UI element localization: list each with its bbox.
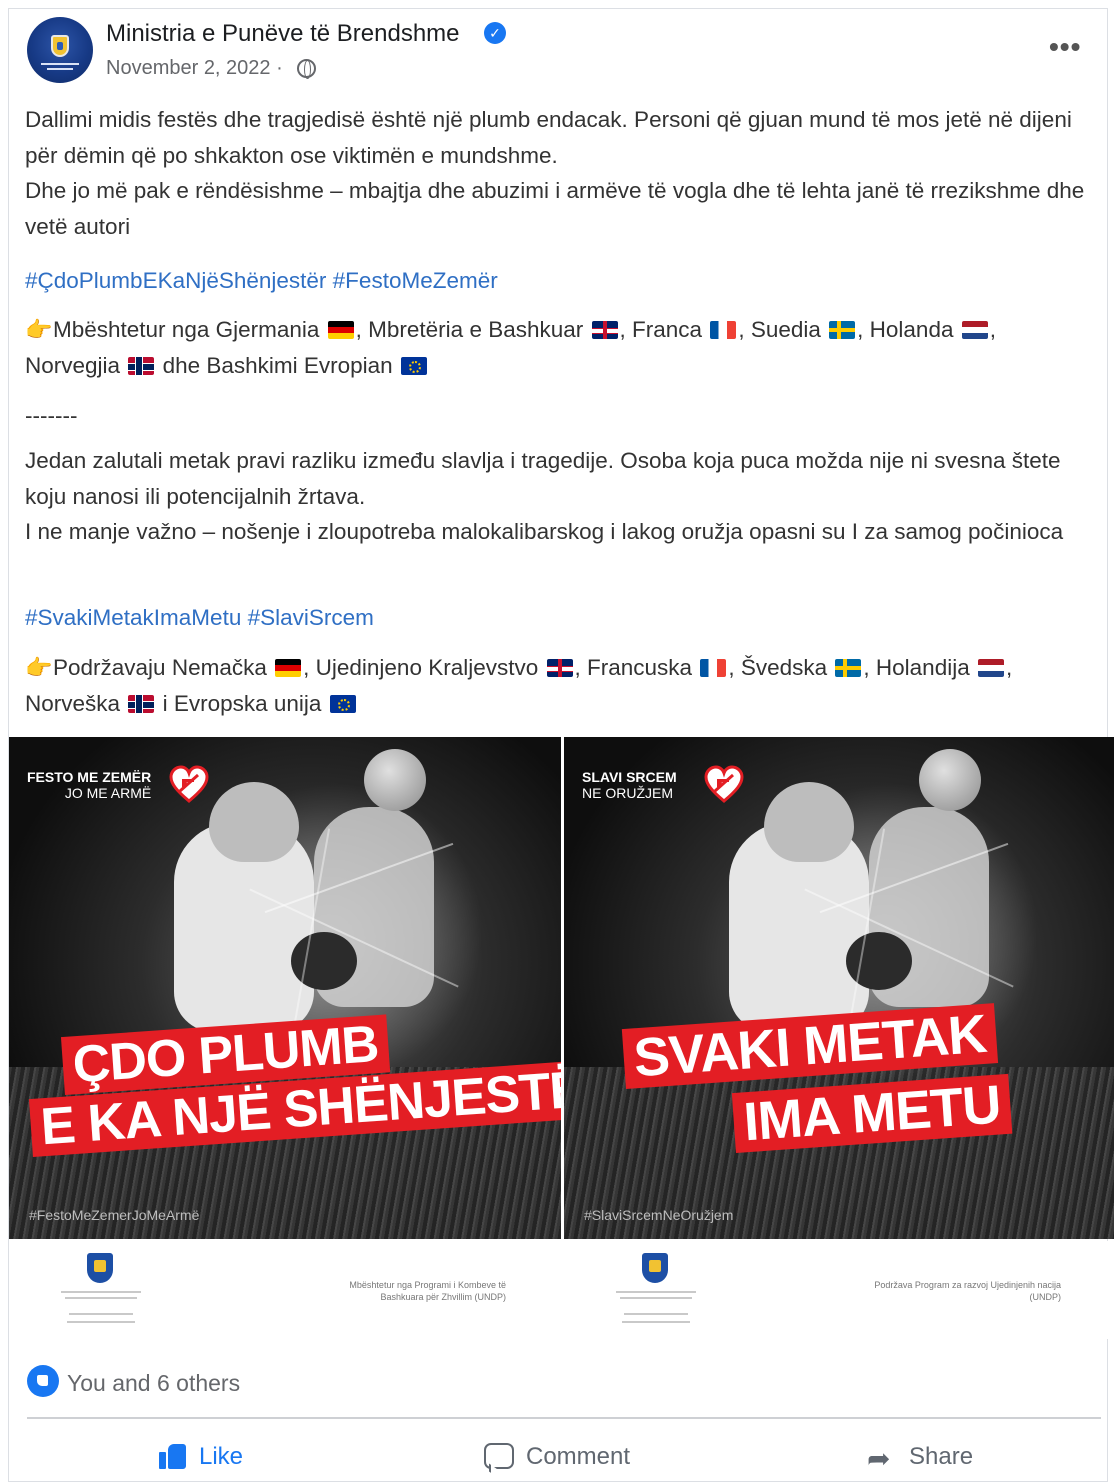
post-text-albanian: Dallimi midis festës dhe tragjedisë ësht… xyxy=(25,102,1100,244)
campaign-image-serbian[interactable]: SLAVI SRCEM NE ORUŽJEM SVAKI METAK IMA M… xyxy=(564,737,1114,1239)
separator-line: ------- xyxy=(25,403,78,428)
hashtags-albanian[interactable]: #ÇdoPlumbEKaNjëShënjestër #FestoMeZemër xyxy=(25,263,1100,299)
support-line-serbian: 👉Podržavaju Nemačka , Ujedinjeno Kraljev… xyxy=(25,650,1100,721)
share-arrow-icon: ➦ xyxy=(867,1443,891,1474)
like-reaction-icon xyxy=(27,1365,59,1397)
reaction-summary[interactable]: You and 6 others xyxy=(27,1365,240,1397)
germany-flag-icon xyxy=(327,321,354,339)
france-flag-icon xyxy=(710,321,737,339)
post-paragraph: Dallimi midis festës dhe tragjedisë ësht… xyxy=(25,107,1072,168)
post-date-link[interactable]: November 2, 2022 · xyxy=(106,57,283,80)
pointing-hand-icon: 👉 xyxy=(25,317,53,342)
comment-button[interactable]: Comment xyxy=(484,1439,630,1475)
page-name-link[interactable]: Ministria e Punëve të Brendshme xyxy=(106,20,460,48)
campaign-image-albanian[interactable]: FESTO ME ZEMËR JO ME ARMË ÇDO PLUMB E KA… xyxy=(9,737,561,1239)
france-flag-icon xyxy=(700,659,727,677)
uk-flag-icon xyxy=(546,659,573,677)
pointing-hand-icon: 👉 xyxy=(25,655,53,680)
poster-hashtag: #FestoMeZemerJoMeArmë xyxy=(29,1207,200,1223)
sponsor-text: Podržava Program za razvoj Ujedinjenih n… xyxy=(874,1280,1061,1302)
kosovo-coat-of-arms-icon xyxy=(87,1253,113,1283)
post-header: Ministria e Punëve të Brendshme ✓ Novemb… xyxy=(9,9,1107,99)
like-button[interactable]: Like xyxy=(159,1439,243,1475)
divider xyxy=(27,1417,1101,1419)
norway-flag-icon xyxy=(128,694,155,713)
ball-figure xyxy=(364,749,426,811)
campaign-brand: SLAVI SRCEM NE ORUŽJEM xyxy=(582,769,677,801)
ball-figure xyxy=(919,749,981,811)
poster-hashtag: #SlaviSrcemNeOružjem xyxy=(584,1207,734,1223)
share-button[interactable]: ➦ Share xyxy=(867,1439,973,1475)
netherlands-flag-icon xyxy=(961,321,988,339)
hashtags-serbian[interactable]: #SvakiMetakImaMetu #SlaviSrcem xyxy=(25,600,1100,636)
sweden-flag-icon xyxy=(829,321,856,339)
facebook-post: Ministria e Punëve të Brendshme ✓ Novemb… xyxy=(8,8,1114,1482)
post-paragraph: Jedan zalutali metak pravi razliku izmeđ… xyxy=(25,448,1061,509)
campaign-brand: FESTO ME ZEMËR JO ME ARMË xyxy=(27,769,152,801)
post-paragraph: Dhe jo më pak e rëndësishme – mbajtja dh… xyxy=(25,178,1085,239)
norway-flag-icon xyxy=(128,356,155,375)
post-text-serbian: Jedan zalutali metak pravi razliku izmeđ… xyxy=(25,443,1100,550)
eu-flag-icon xyxy=(329,694,356,713)
netherlands-flag-icon xyxy=(978,659,1004,677)
eu-flag-icon xyxy=(400,356,427,375)
comment-icon xyxy=(484,1443,514,1469)
page-avatar[interactable] xyxy=(27,17,93,83)
image-footer-albanian: Mbështetur nga Programi i Kombeve të Bas… xyxy=(9,1241,561,1339)
sweden-flag-icon xyxy=(835,659,862,677)
verified-check-icon: ✓ xyxy=(484,22,506,44)
sponsor-text: Mbështetur nga Programi i Kombeve të Bas… xyxy=(349,1280,506,1302)
kosovo-emblem-icon xyxy=(51,35,69,57)
heart-no-gun-icon xyxy=(169,765,209,803)
globe-icon xyxy=(297,59,316,79)
support-line-albanian: 👉Mbështetur nga Gjermania , Mbretëria e … xyxy=(25,312,1100,383)
germany-flag-icon xyxy=(275,659,302,677)
more-options-button[interactable]: ••• xyxy=(1049,31,1081,63)
uk-flag-icon xyxy=(591,321,618,339)
post-paragraph: I ne manje važno – nošenje i zloupotreba… xyxy=(25,519,1064,544)
kosovo-coat-of-arms-icon xyxy=(642,1253,668,1283)
thumbs-up-icon xyxy=(159,1441,187,1469)
image-footer-serbian: Podržava Program za razvoj Ujedinjenih n… xyxy=(564,1241,1114,1339)
heart-no-gun-icon xyxy=(704,765,744,803)
